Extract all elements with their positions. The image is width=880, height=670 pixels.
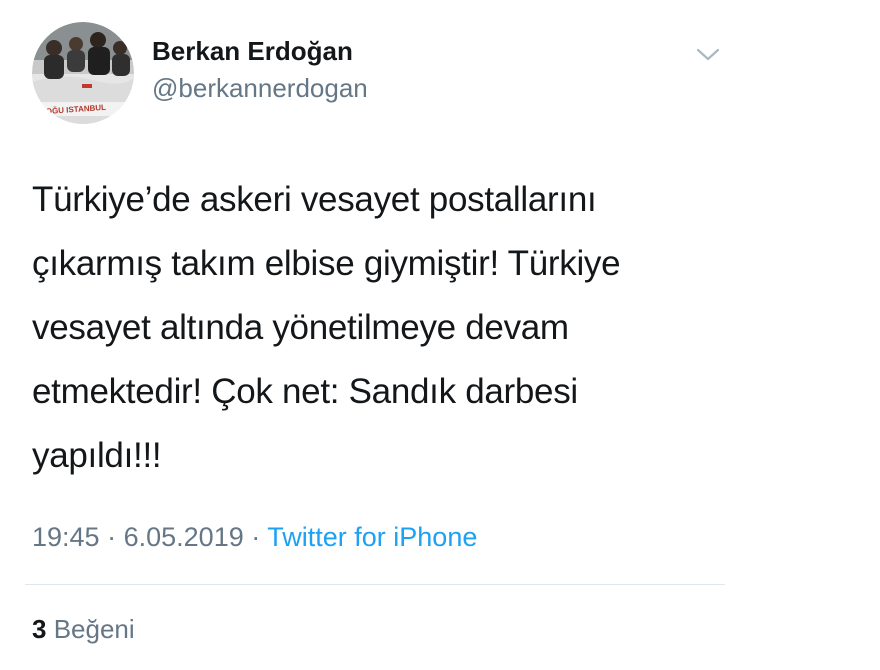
meta-separator: · xyxy=(251,522,261,552)
author-display-name[interactable]: Berkan Erdoğan xyxy=(152,36,353,67)
meta-separator: · xyxy=(107,522,117,552)
tweet-text: Türkiye’de askeri vesayet postallarını ç… xyxy=(32,180,621,475)
tweet-date[interactable]: 6.05.2019 xyxy=(124,522,244,552)
tweet-meta: 19:45 · 6.05.2019 · Twitter for iPhone xyxy=(32,522,477,553)
likes-label: Beğeni xyxy=(53,614,135,644)
author-handle[interactable]: @berkannerdogan xyxy=(152,73,368,104)
tweet-source-link[interactable]: Twitter for iPhone xyxy=(267,522,477,552)
divider xyxy=(25,584,725,585)
likes-count: 3 xyxy=(32,614,47,644)
avatar[interactable]: OĞU ISTANBUL xyxy=(32,22,134,124)
avatar-photo: OĞU ISTANBUL xyxy=(32,22,134,124)
tweet-time[interactable]: 19:45 xyxy=(32,522,100,552)
likes-stat[interactable]: 3 Beğeni xyxy=(32,614,135,645)
chevron-down-icon[interactable] xyxy=(694,44,722,64)
